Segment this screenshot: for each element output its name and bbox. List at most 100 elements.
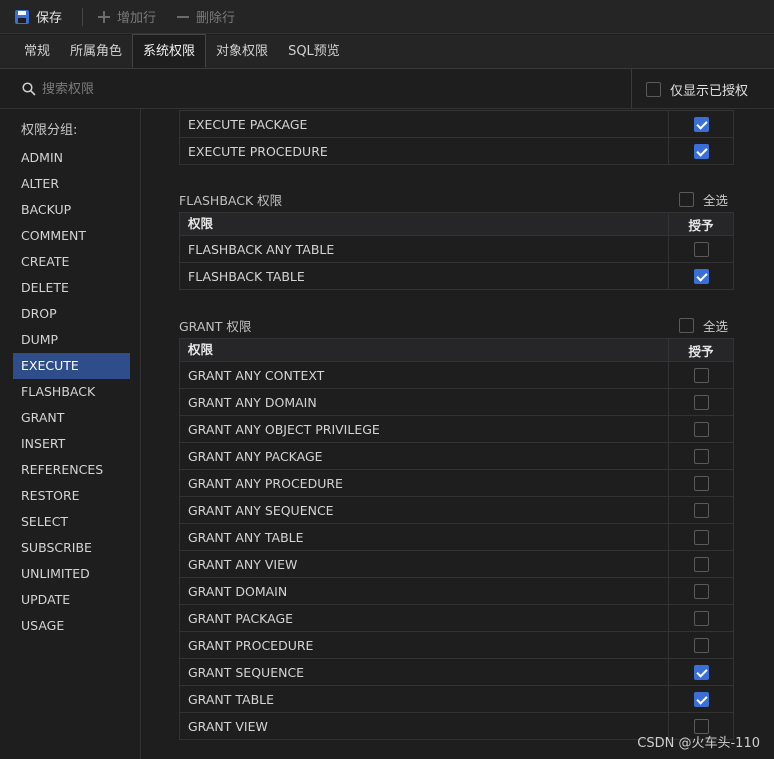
grant-checkbox[interactable]	[693, 637, 709, 653]
grant-checkbox[interactable]	[693, 241, 709, 257]
grant-cell	[669, 421, 733, 437]
sidebar-item-drop[interactable]: DROP	[13, 301, 130, 327]
watermark: CSDN @火车头-110	[637, 736, 760, 751]
table-row: GRANT ANY OBJECT PRIVILEGE	[180, 415, 733, 443]
table-row: GRANT PROCEDURE	[180, 631, 733, 659]
privilege-name: GRANT PROCEDURE	[180, 631, 669, 659]
sidebar-item-backup[interactable]: BACKUP	[13, 197, 130, 223]
table-header: 权限 授予	[180, 212, 733, 236]
tab-system-privileges[interactable]: 系统权限	[132, 34, 207, 68]
sidebar-item-dump[interactable]: DUMP	[13, 327, 130, 353]
tab-bar: 常规 所属角色 系统权限 对象权限 SQL预览	[0, 34, 774, 69]
minus-icon	[176, 10, 190, 24]
grant-cell	[669, 610, 733, 626]
save-button[interactable]: 保存	[14, 0, 62, 34]
table-header: 权限 授予	[180, 338, 733, 362]
flashback-table: 权限 授予 FLASHBACK ANY TABLE FLASHBACK TABLE	[179, 212, 734, 290]
execute-table: EXECUTE PACKAGE EXECUTE PROCEDURE	[179, 110, 734, 165]
sidebar-item-alter[interactable]: ALTER	[13, 171, 130, 197]
privilege-name: GRANT ANY PROCEDURE	[180, 469, 669, 497]
sidebar-item-unlimited[interactable]: UNLIMITED	[13, 561, 130, 587]
grant-checkbox[interactable]	[693, 610, 709, 626]
sidebar-item-grant[interactable]: GRANT	[13, 405, 130, 431]
tab-sql-preview[interactable]: SQL预览	[278, 35, 350, 68]
delete-row-button[interactable]: 删除行	[176, 0, 235, 34]
grant-checkbox[interactable]	[693, 529, 709, 545]
grant-checkbox[interactable]	[693, 268, 709, 284]
grant-checkbox[interactable]	[693, 664, 709, 680]
grant-cell	[669, 529, 733, 545]
privilege-name: EXECUTE PROCEDURE	[180, 137, 669, 165]
grant-cell	[669, 637, 733, 653]
grant-select-all[interactable]: 全选	[679, 316, 728, 335]
privilege-name: GRANT SEQUENCE	[180, 658, 669, 686]
flashback-select-all-checkbox[interactable]	[679, 192, 694, 207]
grant-cell	[669, 448, 733, 464]
grant-select-all-checkbox[interactable]	[679, 318, 694, 333]
table-row: FLASHBACK ANY TABLE	[180, 235, 733, 263]
privilege-panel: EXECUTE PACKAGE EXECUTE PROCEDURE FLASHBA…	[142, 109, 774, 759]
search-bar: 仅显示已授权	[0, 69, 774, 109]
sidebar-item-delete[interactable]: DELETE	[13, 275, 130, 301]
table-row: GRANT ANY PROCEDURE	[180, 469, 733, 497]
table-row: GRANT ANY DOMAIN	[180, 388, 733, 416]
tab-general[interactable]: 常规	[14, 35, 60, 68]
privilege-name: GRANT ANY PACKAGE	[180, 442, 669, 470]
grant-checkbox[interactable]	[693, 116, 709, 132]
sidebar-item-insert[interactable]: INSERT	[13, 431, 130, 457]
plus-icon	[97, 10, 111, 24]
grant-checkbox[interactable]	[693, 583, 709, 599]
sidebar-item-execute[interactable]: EXECUTE	[13, 353, 130, 379]
tab-object-privileges[interactable]: 对象权限	[206, 35, 278, 68]
sidebar-item-create[interactable]: CREATE	[13, 249, 130, 275]
sidebar-item-subscribe[interactable]: SUBSCRIBE	[13, 535, 130, 561]
table-row: GRANT PACKAGE	[180, 604, 733, 632]
search-icon	[22, 82, 36, 96]
grant-checkbox[interactable]	[693, 421, 709, 437]
sidebar-item-select[interactable]: SELECT	[13, 509, 130, 535]
flashback-section-title: FLASHBACK 权限	[179, 193, 283, 208]
select-all-label: 全选	[703, 193, 729, 208]
save-icon	[15, 9, 29, 24]
flashback-select-all[interactable]: 全选	[679, 190, 728, 209]
sidebar-item-flashback[interactable]: FLASHBACK	[13, 379, 130, 405]
privilege-column-header: 权限	[180, 212, 669, 236]
privilege-name: GRANT ANY DOMAIN	[180, 388, 669, 416]
grant-checkbox[interactable]	[693, 475, 709, 491]
tab-roles[interactable]: 所属角色	[60, 35, 132, 68]
delete-row-label: 删除行	[196, 11, 236, 26]
table-row: GRANT TABLE	[180, 685, 733, 713]
table-row: GRANT ANY PACKAGE	[180, 442, 733, 470]
grant-cell	[669, 475, 733, 491]
select-all-label: 全选	[703, 319, 729, 334]
sidebar-title: 权限分组:	[21, 123, 78, 138]
sidebar-item-admin[interactable]: ADMIN	[13, 145, 130, 171]
grant-cell	[669, 394, 733, 410]
sidebar-item-comment[interactable]: COMMENT	[13, 223, 130, 249]
search-input[interactable]	[42, 77, 442, 101]
grant-checkbox[interactable]	[693, 143, 709, 159]
grant-checkbox[interactable]	[693, 556, 709, 572]
grant-checkbox[interactable]	[693, 691, 709, 707]
grant-cell	[669, 691, 733, 707]
only-granted-toggle[interactable]: 仅显示已授权	[631, 69, 774, 109]
grant-checkbox[interactable]	[693, 394, 709, 410]
grant-cell	[669, 583, 733, 599]
add-row-button[interactable]: 增加行	[97, 0, 156, 34]
sidebar-item-update[interactable]: UPDATE	[13, 587, 130, 613]
privilege-name: GRANT DOMAIN	[180, 577, 669, 605]
grant-cell	[669, 116, 733, 132]
privilege-group-sidebar: 权限分组: ADMIN ALTER BACKUP COMMENT CREATE DELET…	[0, 109, 141, 759]
grant-cell	[669, 664, 733, 680]
table-row: GRANT SEQUENCE	[180, 658, 733, 686]
toolbar: 保存 增加行 删除行	[0, 0, 774, 34]
grant-checkbox[interactable]	[693, 502, 709, 518]
sidebar-item-references[interactable]: REFERENCES	[13, 457, 130, 483]
privilege-name: GRANT ANY CONTEXT	[180, 361, 669, 389]
privilege-name: GRANT ANY SEQUENCE	[180, 496, 669, 524]
only-granted-checkbox[interactable]	[646, 81, 661, 97]
sidebar-item-usage[interactable]: USAGE	[13, 613, 130, 639]
grant-checkbox[interactable]	[693, 367, 709, 383]
grant-checkbox[interactable]	[693, 448, 709, 464]
sidebar-item-restore[interactable]: RESTORE	[13, 483, 130, 509]
